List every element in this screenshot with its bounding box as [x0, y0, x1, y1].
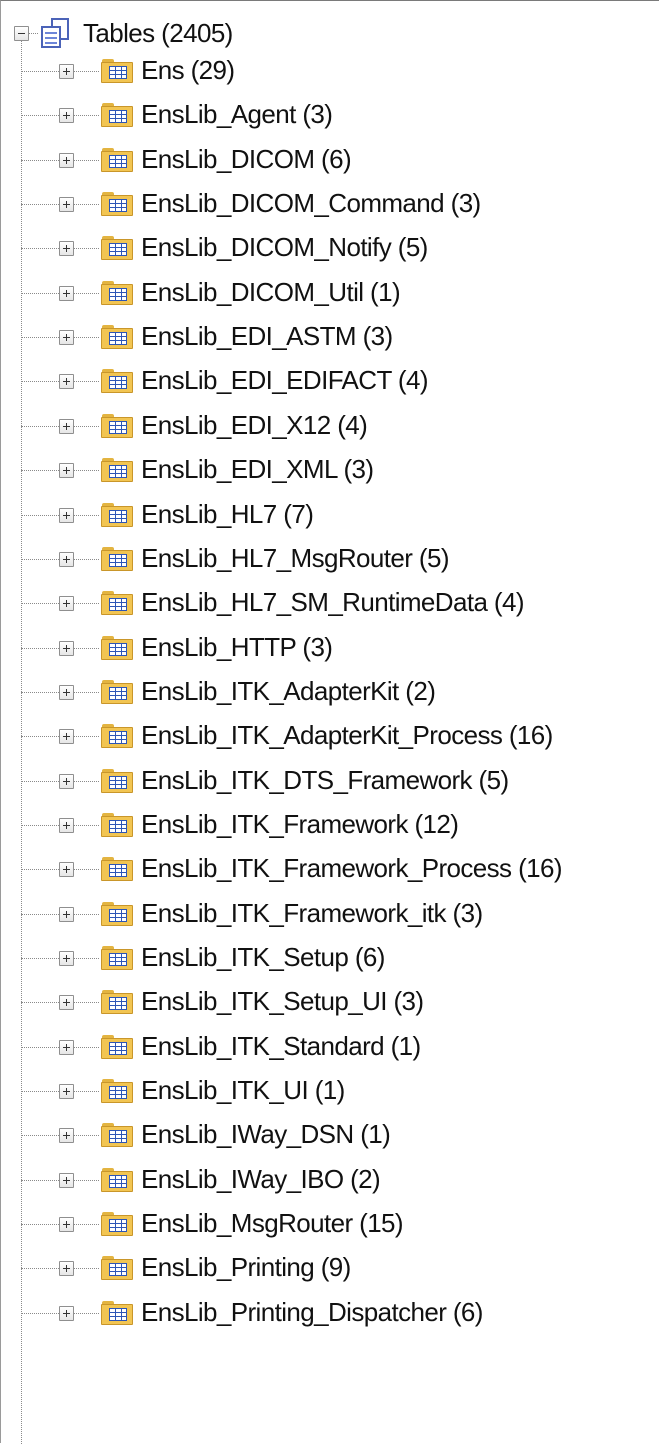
- tree-item-label: EnsLib_HL7_MsgRouter (5): [141, 543, 449, 573]
- expand-icon[interactable]: [59, 1306, 74, 1321]
- table-folder-icon: [101, 1035, 133, 1059]
- expand-icon[interactable]: [59, 552, 74, 567]
- tree-item-label: EnsLib_HL7_SM_RuntimeData (4): [141, 587, 525, 617]
- table-folder-icon: [101, 1123, 133, 1147]
- table-folder-icon: [101, 857, 133, 881]
- table-folder-icon: [101, 59, 133, 83]
- tree-item-label: EnsLib_ITK_UI (1): [141, 1075, 345, 1105]
- expand-icon[interactable]: [59, 197, 74, 212]
- table-folder-icon: [101, 636, 133, 660]
- table-folder-icon: [101, 192, 133, 216]
- table-folder-icon: [101, 591, 133, 615]
- expand-icon[interactable]: [59, 463, 74, 478]
- tree-item-label: EnsLib_DICOM_Util (1): [141, 277, 401, 307]
- table-folder-icon: [101, 990, 133, 1014]
- expand-icon[interactable]: [59, 64, 74, 79]
- expand-icon[interactable]: [59, 1040, 74, 1055]
- table-folder-icon: [101, 902, 133, 926]
- tree-item-label: EnsLib_HL7 (7): [141, 499, 314, 529]
- table-folder-icon: [101, 946, 133, 970]
- expand-icon[interactable]: [59, 1173, 74, 1188]
- tree-connector: [29, 33, 38, 34]
- table-folder-icon: [101, 547, 133, 571]
- tree-connector: [21, 41, 22, 1444]
- table-folder-icon: [101, 148, 133, 172]
- tree-item-label: EnsLib_EDI_X12 (4): [141, 410, 368, 440]
- expand-icon[interactable]: [59, 286, 74, 301]
- tree-item-label: EnsLib_Printing_Dispatcher (6): [141, 1297, 483, 1327]
- table-folder-icon: [101, 680, 133, 704]
- expand-icon[interactable]: [59, 153, 74, 168]
- tree-item-label: EnsLib_HTTP (3): [141, 632, 333, 662]
- tree-root-label[interactable]: Tables (2405): [81, 17, 235, 49]
- tree-item-label: EnsLib_IWay_DSN (1): [141, 1119, 391, 1149]
- tree-item-label: EnsLib_DICOM (6): [141, 144, 352, 174]
- tree-item-label: EnsLib_MsgRouter (15): [141, 1208, 404, 1238]
- expand-icon[interactable]: [59, 330, 74, 345]
- table-folder-icon: [101, 414, 133, 438]
- table-folder-icon: [101, 1212, 133, 1236]
- expand-icon[interactable]: [59, 1261, 74, 1276]
- expand-icon[interactable]: [59, 995, 74, 1010]
- tree-item-label: EnsLib_ITK_Standard (1): [141, 1031, 421, 1061]
- tree-item-label: EnsLib_ITK_Framework_Process (16): [141, 853, 563, 883]
- expand-icon[interactable]: [59, 862, 74, 877]
- expand-icon[interactable]: [59, 774, 74, 789]
- table-folder-icon: [101, 724, 133, 748]
- table-folder-icon: [101, 1079, 133, 1103]
- expand-icon[interactable]: [59, 374, 74, 389]
- table-folder-icon: [101, 1168, 133, 1192]
- table-folder-icon: [101, 458, 133, 482]
- tree-item-label: EnsLib_Agent (3): [141, 99, 333, 129]
- tree-item-label: EnsLib_EDI_ASTM (3): [141, 321, 393, 351]
- tree-item-label: Ens (29): [141, 55, 235, 85]
- table-folder-icon: [101, 325, 133, 349]
- expand-icon[interactable]: [59, 1217, 74, 1232]
- expand-icon[interactable]: [59, 818, 74, 833]
- table-folder-icon: [101, 236, 133, 260]
- tree-item-label: EnsLib_ITK_AdapterKit_Process (16): [141, 720, 553, 750]
- table-folder-icon: [101, 1256, 133, 1280]
- tree-item-label: EnsLib_EDI_XML (3): [141, 454, 374, 484]
- tree-item-label: EnsLib_ITK_AdapterKit (2): [141, 676, 436, 706]
- tree-item-label: EnsLib_ITK_DTS_Framework (5): [141, 765, 509, 795]
- tree-item-label: EnsLib_ITK_Framework_itk (3): [141, 898, 483, 928]
- expand-icon[interactable]: [59, 1084, 74, 1099]
- table-folder-icon: [101, 503, 133, 527]
- expand-icon[interactable]: [59, 641, 74, 656]
- tree-item-label: EnsLib_ITK_Framework (12): [141, 809, 459, 839]
- tree-item-label: EnsLib_ITK_Setup (6): [141, 942, 385, 972]
- tree-item-label: EnsLib_DICOM_Notify (5): [141, 232, 428, 262]
- expand-icon[interactable]: [59, 951, 74, 966]
- tree-item-label: EnsLib_Printing (9): [141, 1252, 351, 1282]
- table-folder-icon: [101, 1301, 133, 1325]
- table-folder-icon: [101, 103, 133, 127]
- tables-icon: [39, 16, 73, 50]
- tree-item-label: EnsLib_IWay_IBO (2): [141, 1164, 381, 1194]
- table-folder-icon: [101, 369, 133, 393]
- expand-icon[interactable]: [59, 685, 74, 700]
- expand-icon[interactable]: [59, 596, 74, 611]
- expand-icon[interactable]: [59, 729, 74, 744]
- expand-icon[interactable]: [59, 108, 74, 123]
- tree-item-label: EnsLib_ITK_Setup_UI (3): [141, 986, 424, 1016]
- expand-icon[interactable]: [59, 907, 74, 922]
- expand-icon[interactable]: [59, 1128, 74, 1143]
- expand-icon[interactable]: [59, 508, 74, 523]
- expand-icon[interactable]: [59, 419, 74, 434]
- table-folder-icon: [101, 813, 133, 837]
- collapse-icon[interactable]: [14, 26, 29, 41]
- tree-item-label: EnsLib_DICOM_Command (3): [141, 188, 481, 218]
- table-folder-icon: [101, 281, 133, 305]
- table-folder-icon: [101, 769, 133, 793]
- expand-icon[interactable]: [59, 241, 74, 256]
- tree-item-label: EnsLib_EDI_EDIFACT (4): [141, 365, 428, 395]
- tree-view: Tables (2405) Ens (29) EnsLib_Agent (3) En…: [0, 0, 659, 1444]
